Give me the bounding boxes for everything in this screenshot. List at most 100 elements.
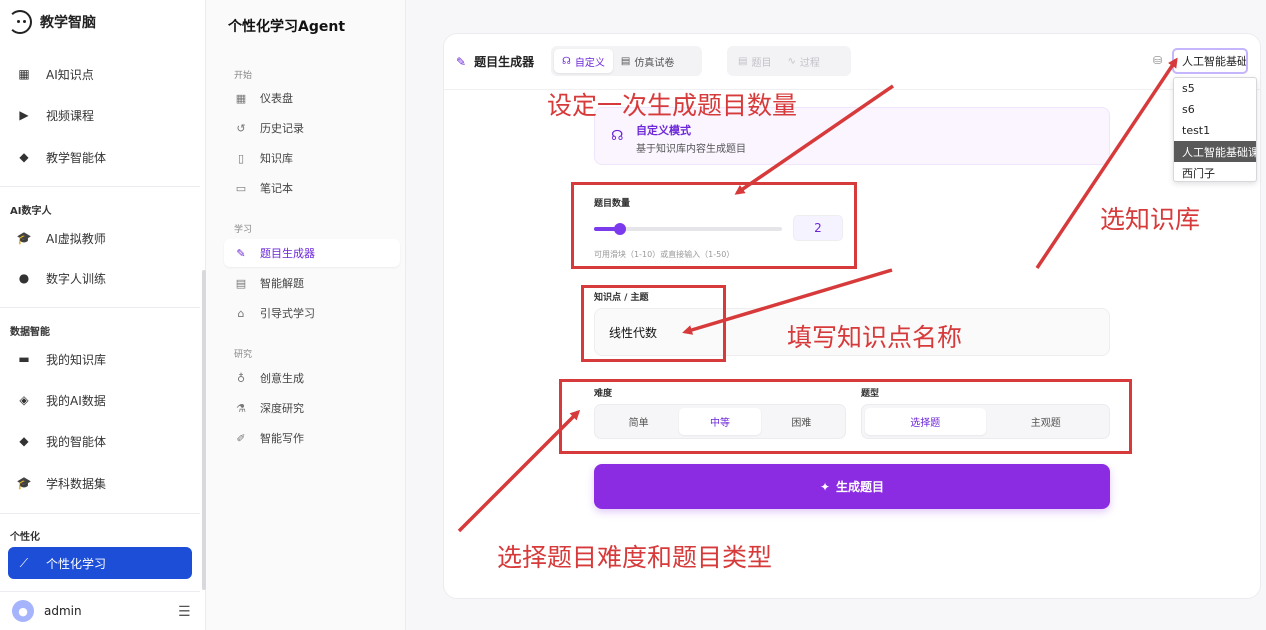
annotation-box-difficulty — [559, 379, 1132, 454]
mode-description: 基于知识库内容生成题目 — [636, 144, 746, 155]
panel-title: 个性化学习Agent — [228, 19, 346, 35]
nav-guided-learning[interactable]: ⌂ 引导式学习 — [224, 299, 400, 327]
pen-icon: ✐ — [236, 431, 246, 445]
sidebar-item-label: 数字人训练 — [46, 271, 107, 286]
app-name: 教学智脑 — [40, 15, 96, 31]
kb-option[interactable]: s6 — [1174, 99, 1256, 120]
sidebar-item-label: AI虚拟教师 — [46, 231, 106, 246]
nav-notebook[interactable]: ▭ 笔记本 — [224, 174, 400, 202]
annotation-diff-text: 选择题目难度和题目类型 — [497, 543, 773, 572]
nav-label: 知识库 — [260, 152, 293, 165]
generator-title: ✎ 题目生成器 — [456, 53, 534, 70]
nav-label: 题目生成器 — [260, 247, 315, 260]
knowledge-base-select[interactable]: 人工智能基础课 — [1172, 48, 1248, 74]
cube-icon: ◆ — [19, 150, 29, 164]
annotation-count-text: 设定一次生成题目数量 — [547, 91, 798, 120]
annotation-kb-text: 选知识库 — [1100, 205, 1201, 234]
agent-panel: 个性化学习Agent 开始 ▦ 仪表盘 ↺ 历史记录 ▯ 知识库 ▭ 笔记本 学… — [206, 0, 406, 630]
nav-smart-solve[interactable]: ▤ 智能解题 — [224, 269, 400, 297]
sidebar-item-my-ai-data[interactable]: ◈ 我的AI数据 — [8, 384, 192, 416]
tab-label: 过程 — [799, 57, 820, 69]
graduation-cap-icon: 🎓 — [16, 476, 32, 490]
sparkle-icon: ✦ — [819, 479, 831, 494]
sidebar-item-ai-teacher[interactable]: 🎓 AI虚拟教师 — [8, 222, 192, 254]
tab-process[interactable]: ∿ 过程 — [779, 49, 827, 73]
section-research: 研究 — [234, 350, 253, 360]
sidebar-item-digital-training[interactable]: ● 数字人训练 — [8, 262, 192, 294]
graduation-cap-icon: ⌂ — [237, 306, 245, 320]
kb-option[interactable]: 西门子 — [1174, 162, 1256, 183]
button-label: 生成题目 — [836, 480, 885, 494]
box-icon: ◈ — [19, 393, 29, 407]
section-start: 开始 — [234, 71, 253, 81]
sidebar-item-my-kb[interactable]: ▬ 我的知识库 — [8, 343, 192, 375]
sidebar-item-label: 我的智能体 — [46, 434, 107, 449]
sidebar-item-teaching-agent[interactable]: ◆ 教学智能体 — [8, 141, 192, 173]
sidebar-item-ai-knowledge[interactable]: ▦ AI知识点 — [8, 58, 192, 90]
main-sidebar: 教学智脑 ▦ AI知识点 ▶ 视频课程 ◆ 教学智能体 AI数字人 🎓 AI虚拟… — [0, 0, 206, 630]
nav-knowledge-base[interactable]: ▯ 知识库 — [224, 144, 400, 172]
notebook-icon: ▭ — [235, 181, 247, 195]
document-icon: ▤ — [235, 276, 247, 290]
document-icon: ▤ — [620, 55, 631, 67]
tab-custom[interactable]: ☊ 自定义 — [554, 49, 613, 73]
nav-idea-generation[interactable]: ♁ 创意生成 — [224, 364, 400, 392]
username: admin — [44, 604, 82, 618]
lightbulb-icon: ♁ — [236, 371, 246, 385]
generate-button[interactable]: ✦ 生成题目 — [594, 464, 1110, 509]
nav-question-generator[interactable]: ✎ 题目生成器 — [224, 239, 400, 267]
nav-label: 笔记本 — [260, 182, 293, 195]
film-icon: ▦ — [18, 67, 30, 81]
book-icon: ▬ — [18, 352, 30, 366]
collapse-sidebar-icon[interactable]: ☰ — [178, 604, 191, 620]
tab-questions[interactable]: ▤ 题目 — [730, 49, 779, 73]
person-icon: ● — [18, 271, 30, 285]
microscope-icon: ⚗ — [236, 401, 246, 415]
sidebar-item-label: 个性化学习 — [46, 556, 107, 571]
kb-option-selected[interactable]: 人工智能基础课 — [1174, 141, 1256, 162]
knowledge-base-options: s5 s6 test1 人工智能基础课 西门子 — [1173, 77, 1257, 182]
view-tabs: ▤ 题目 ∿ 过程 — [727, 46, 851, 76]
book-open-icon: ▯ — [237, 151, 245, 165]
sidebar-item-label: 学科数据集 — [46, 476, 107, 491]
nav-deep-research[interactable]: ⚗ 深度研究 — [224, 394, 400, 422]
nav-label: 智能解题 — [260, 277, 304, 290]
sidebar-item-personal-learning[interactable]: ⟋ 个性化学习 — [8, 547, 192, 579]
nav-smart-writing[interactable]: ✐ 智能写作 — [224, 424, 400, 452]
title-text: 题目生成器 — [474, 55, 535, 69]
nav-history[interactable]: ↺ 历史记录 — [224, 114, 400, 142]
brain-icon: ☊ — [611, 128, 624, 144]
user-profile[interactable]: ● admin — [12, 600, 196, 622]
sidebar-item-my-agents[interactable]: ◆ 我的智能体 — [8, 425, 192, 457]
sidebar-item-datasets[interactable]: 🎓 学科数据集 — [8, 467, 192, 499]
sidebar-item-label: 我的AI数据 — [46, 393, 106, 408]
sidebar-item-label: 视频课程 — [46, 108, 95, 123]
card-header: ✎ 题目生成器 ☊ 自定义 ▤ 仿真试卷 ▤ 题目 ∿ 过程 ⛁ — [444, 34, 1260, 90]
divider — [0, 307, 200, 308]
nav-label: 仪表盘 — [260, 92, 293, 105]
section-data-intelligence: 数据智能 — [10, 327, 50, 338]
graduation-cap-icon: 🎓 — [16, 231, 32, 245]
nav-label: 历史记录 — [260, 122, 304, 135]
cube-icon: ◆ — [19, 434, 29, 448]
brain-icon: ☊ — [562, 55, 571, 67]
nav-label: 智能写作 — [260, 432, 304, 445]
history-icon: ↺ — [236, 121, 246, 135]
wand-icon: ⟋ — [19, 555, 29, 570]
logo-icon — [8, 10, 32, 34]
tab-label: 仿真试卷 — [634, 57, 675, 69]
divider — [0, 513, 200, 514]
database-icon: ⛁ — [1153, 54, 1163, 67]
pen-tool-icon: ✎ — [236, 246, 246, 260]
section-learn: 学习 — [234, 225, 253, 235]
sidebar-item-video-course[interactable]: ▶ 视频课程 — [8, 99, 192, 131]
annotation-box-topic — [581, 285, 726, 362]
section-digital-human: AI数字人 — [10, 206, 52, 217]
brand[interactable]: 教学智脑 — [8, 6, 96, 38]
kb-option[interactable]: test1 — [1174, 120, 1256, 141]
nav-label: 深度研究 — [260, 402, 304, 415]
kb-option[interactable]: s5 — [1174, 78, 1256, 99]
nav-dashboard[interactable]: ▦ 仪表盘 — [224, 84, 400, 112]
tab-mock-exam[interactable]: ▤ 仿真试卷 — [613, 49, 682, 73]
sidebar-item-label: AI知识点 — [46, 67, 94, 82]
